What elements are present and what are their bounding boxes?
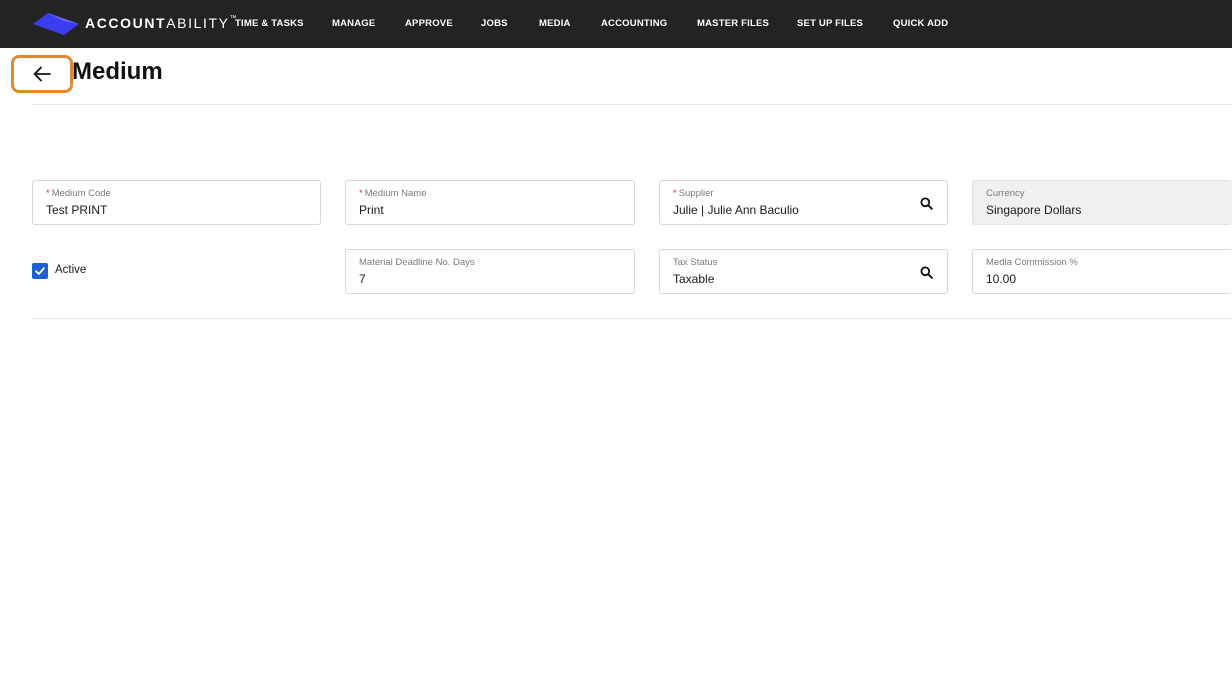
supplier-label: * Supplier xyxy=(673,188,714,199)
currency-label: Currency xyxy=(986,188,1025,199)
supplier-label-text: Supplier xyxy=(678,188,714,199)
nav-item-master-files[interactable]: MASTER FILES xyxy=(697,18,769,29)
accountability-logo-icon[interactable] xyxy=(33,12,79,36)
required-marker: * xyxy=(673,188,677,199)
material-deadline-value[interactable]: 7 xyxy=(359,272,366,286)
supplier-field[interactable]: * Supplier Julie | Julie Ann Baculio xyxy=(659,180,948,225)
medium-name-label: * Medium Name xyxy=(359,188,426,199)
nav-item-jobs[interactable]: JOBS xyxy=(481,18,508,29)
brand-name[interactable]: ACCOUNTABILITY™ xyxy=(85,15,237,31)
media-commission-value[interactable]: 10.00 xyxy=(986,272,1016,286)
header-divider xyxy=(32,104,1232,105)
search-icon[interactable] xyxy=(920,266,933,279)
supplier-value[interactable]: Julie | Julie Ann Baculio xyxy=(673,203,799,217)
nav-item-quick-add[interactable]: QUICK ADD xyxy=(893,18,948,29)
active-label[interactable]: Active xyxy=(55,264,86,276)
page-title: Medium xyxy=(72,58,163,85)
nav-item-set-up-files[interactable]: SET UP FILES xyxy=(797,18,863,29)
nav-item-approve[interactable]: APPROVE xyxy=(405,18,453,29)
medium-code-field[interactable]: * Medium Code Test PRINT xyxy=(32,180,321,225)
medium-name-value[interactable]: Print xyxy=(359,203,384,217)
material-deadline-label: Material Deadline No. Days xyxy=(359,257,475,268)
tax-status-label: Tax Status xyxy=(673,257,718,268)
currency-field: Currency Singapore Dollars xyxy=(972,180,1232,225)
search-icon[interactable] xyxy=(920,197,933,210)
active-checkbox[interactable] xyxy=(32,263,48,279)
required-marker: * xyxy=(46,188,50,199)
media-commission-label: Media Commission % xyxy=(986,257,1078,268)
nav-item-accounting[interactable]: ACCOUNTING xyxy=(601,18,667,29)
nav-item-time-tasks[interactable]: TIME & TASKS xyxy=(235,18,304,29)
media-commission-field[interactable]: Media Commission % 10.00 xyxy=(972,249,1232,294)
medium-code-value[interactable]: Test PRINT xyxy=(46,203,107,217)
tax-status-field[interactable]: Tax Status Taxable xyxy=(659,249,948,294)
nav-item-manage[interactable]: MANAGE xyxy=(332,18,375,29)
medium-name-field[interactable]: * Medium Name Print xyxy=(345,180,635,225)
back-button[interactable] xyxy=(11,55,73,93)
medium-name-label-text: Medium Name xyxy=(364,188,427,199)
material-deadline-field[interactable]: Material Deadline No. Days 7 xyxy=(345,249,635,294)
tax-status-value[interactable]: Taxable xyxy=(673,272,714,286)
required-marker: * xyxy=(359,188,363,199)
brand-name-light: ABILITY xyxy=(166,15,230,31)
checkmark-icon xyxy=(35,267,45,275)
brand-name-bold: ACCOUNT xyxy=(85,15,167,31)
medium-code-label-text: Medium Code xyxy=(51,188,111,199)
currency-value: Singapore Dollars xyxy=(986,203,1082,217)
arrow-left-icon xyxy=(33,66,51,82)
nav-item-media[interactable]: MEDIA xyxy=(539,18,571,29)
medium-code-label: * Medium Code xyxy=(46,188,111,199)
form-divider xyxy=(32,318,1232,319)
top-nav-bar: ACCOUNTABILITY™ TIME & TASKS MANAGE APPR… xyxy=(0,0,1232,48)
